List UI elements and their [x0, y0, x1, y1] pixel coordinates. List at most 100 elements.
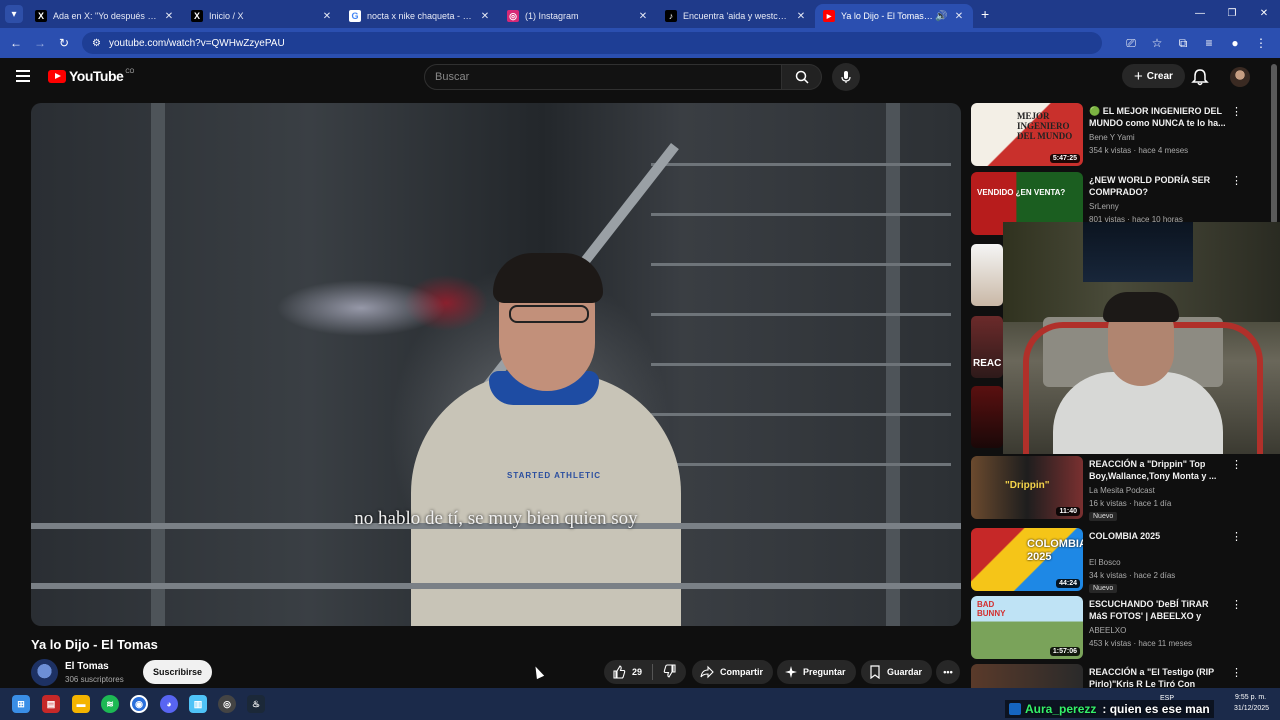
like-button[interactable]: 29 — [612, 665, 642, 679]
browser-tab[interactable]: X Ada en X: "Yo después de que ✕ — [27, 4, 183, 28]
browser-tab-active[interactable]: ▶ Ya lo Dijo - El Tomas - YouT 🔊 ✕ — [815, 4, 973, 28]
close-window-icon[interactable]: ✕ — [1248, 0, 1280, 28]
recommendation-title[interactable]: 🟢 EL MEJOR INGENIERO DEL MUNDO como NUNC… — [1089, 105, 1229, 129]
browser-tab[interactable]: ◎ (1) Instagram ✕ — [499, 4, 657, 28]
news-app-icon[interactable]: ▤ — [42, 695, 60, 713]
recommendation-channel[interactable]: ABEELXO — [1089, 626, 1126, 635]
chrome-icon[interactable]: ◉ — [130, 695, 148, 713]
stream-chat-message: Aura_perezz : quien es ese man — [1005, 700, 1214, 718]
video-thumbnail-partial[interactable] — [971, 244, 1003, 306]
youtube-logo[interactable]: YouTube CO — [48, 68, 134, 84]
tab-title: Ya lo Dijo - El Tomas - YouT — [841, 11, 933, 21]
back-icon[interactable]: ← — [4, 36, 28, 50]
recommendation-title[interactable]: REACCIÓN a "Drippin" Top Boy,Wallance,To… — [1089, 458, 1229, 482]
recommendation-channel[interactable]: La Mesita Podcast — [1089, 486, 1155, 495]
bookmark-star-icon[interactable]: ☆ — [1144, 36, 1170, 50]
google-icon: G — [349, 10, 361, 22]
recommendation-item[interactable]: MEJOR INGENIERO DEL MUNDO 5:47:25 🟢 EL M… — [971, 103, 1271, 171]
page-scrollbar[interactable] — [1271, 64, 1277, 224]
railing — [31, 583, 961, 589]
discord-icon[interactable]: ◕ — [160, 695, 178, 713]
more-vertical-icon[interactable]: ⋮ — [1231, 598, 1242, 611]
channel-name[interactable]: El Tomas — [65, 661, 109, 672]
recommendation-item[interactable]: COLOMBIA 2025 44:24 COLOMBIA 2025 El Bos… — [971, 528, 1271, 596]
close-tab-icon[interactable]: ✕ — [479, 11, 491, 22]
ask-button[interactable]: Preguntar — [777, 660, 856, 684]
speaker-icon[interactable]: 🔊 — [935, 11, 947, 22]
close-tab-icon[interactable]: ✕ — [321, 11, 333, 22]
recommendation-item[interactable]: REACCIÓN a "El Testigo (RIP Pirlo)"Kris … — [971, 664, 1271, 688]
save-button[interactable]: Guardar — [861, 660, 933, 684]
mouse-cursor — [531, 664, 545, 680]
clock-date[interactable]: 31/12/2025 — [1234, 705, 1269, 712]
more-actions-button[interactable]: ••• — [936, 660, 960, 684]
close-tab-icon[interactable]: ✕ — [637, 11, 649, 22]
subscribe-button[interactable]: Suscribirse — [143, 660, 213, 684]
minimize-icon[interactable]: — — [1184, 0, 1216, 28]
more-vertical-icon[interactable]: ⋮ — [1231, 458, 1242, 471]
more-vertical-icon[interactable]: ⋮ — [1231, 174, 1242, 187]
site-info-icon[interactable]: ⚙ — [92, 38, 101, 49]
new-badge: Nuevo — [1089, 512, 1118, 521]
extensions-icon[interactable]: ⧉ — [1170, 36, 1196, 51]
thumbnail-text: BAD BUNNY — [977, 600, 1006, 618]
voice-search-button[interactable] — [832, 63, 860, 91]
video-thumbnail[interactable]: "Drippin" 11:40 — [971, 456, 1083, 519]
browser-tab[interactable]: ♪ Encuentra 'aida y westcol' en Ti ✕ — [657, 4, 815, 28]
browser-tab[interactable]: X Inicio / X ✕ — [183, 4, 341, 28]
webcam-overlay — [1003, 222, 1280, 454]
hamburger-menu-icon[interactable] — [16, 70, 30, 82]
windows-start-icon[interactable]: ⊞ — [12, 695, 30, 713]
save-label: Guardar — [887, 667, 923, 677]
maximize-icon[interactable]: ❐ — [1216, 0, 1248, 28]
recommendation-title[interactable]: COLOMBIA 2025 — [1089, 530, 1229, 542]
recommendation-channel[interactable]: Bene Y Yami — [1089, 133, 1135, 142]
recommendation-channel[interactable]: El Bosco — [1089, 558, 1121, 567]
video-thumbnail[interactable]: COLOMBIA 2025 44:24 — [971, 528, 1083, 591]
recommendation-item[interactable]: "Drippin" 11:40 REACCIÓN a "Drippin" Top… — [971, 456, 1271, 524]
search-button[interactable] — [782, 64, 822, 90]
video-thumbnail-partial[interactable] — [971, 386, 1003, 448]
account-avatar[interactable] — [1230, 67, 1250, 87]
video-player[interactable]: STARTED ATHLETIC no hablo de tí, se muy … — [31, 103, 961, 626]
media-control-icon[interactable]: ≡ — [1196, 36, 1222, 50]
recommendation-channel[interactable]: SrLenny — [1089, 202, 1119, 211]
dislike-button[interactable] — [663, 664, 683, 680]
new-tab-button[interactable]: + — [981, 6, 989, 22]
obs-icon[interactable]: ◎ — [218, 695, 236, 713]
profile-icon[interactable]: ● — [1222, 36, 1248, 50]
video-thumbnail[interactable]: BAD BUNNY 1:57:06 — [971, 596, 1083, 659]
recommendation-title[interactable]: REACCIÓN a "El Testigo (RIP Pirlo)"Kris … — [1089, 666, 1229, 688]
file-explorer-icon[interactable]: ▬ — [72, 695, 90, 713]
cast-icon[interactable]: ⎚ — [1118, 36, 1144, 51]
channel-avatar[interactable] — [31, 659, 58, 686]
video-thumbnail[interactable] — [971, 664, 1083, 688]
share-button[interactable]: Compartir — [692, 660, 774, 684]
reload-icon[interactable]: ↻ — [52, 36, 76, 50]
steam-icon[interactable]: ♨ — [247, 695, 265, 713]
more-vertical-icon[interactable]: ⋮ — [1231, 105, 1242, 118]
recommendation-item[interactable]: BAD BUNNY 1:57:06 ESCUCHANDO 'DeBÍ TiRAR… — [971, 596, 1271, 664]
search-input[interactable]: Buscar — [424, 64, 782, 90]
clock-time[interactable]: 9:55 p. m. — [1235, 694, 1266, 701]
menu-icon[interactable]: ⋮ — [1248, 36, 1274, 50]
video-thumbnail[interactable]: MEJOR INGENIERO DEL MUNDO 5:47:25 — [971, 103, 1083, 166]
close-tab-icon[interactable]: ✕ — [163, 11, 175, 22]
more-vertical-icon[interactable]: ⋮ — [1231, 666, 1242, 679]
video-thumbnail-partial[interactable]: REAC — [971, 316, 1003, 378]
create-button[interactable]: + Crear — [1122, 64, 1185, 88]
spotify-icon[interactable]: ≋ — [101, 695, 119, 713]
recommendation-title[interactable]: ¿NEW WORLD PODRÍA SER COMPRADO? — [1089, 174, 1229, 198]
close-tab-icon[interactable]: ✕ — [953, 11, 965, 22]
recommendation-title[interactable]: ESCUCHANDO 'DeBÍ TiRAR MáS FOTOS' | ABEE… — [1089, 598, 1229, 622]
bookmark-icon — [870, 665, 880, 679]
video-duration: 44:24 — [1056, 579, 1080, 588]
tab-search-button[interactable]: ▾ — [5, 5, 23, 23]
forward-icon[interactable]: → — [28, 36, 52, 50]
url-field[interactable]: ⚙ youtube.com/watch?v=QWHwZzyePAU — [82, 32, 1102, 54]
notifications-bell-icon[interactable] — [1190, 67, 1210, 87]
browser-tab[interactable]: G nocta x nike chaqueta - Buscar ✕ — [341, 4, 499, 28]
notepad-icon[interactable]: ▥ — [189, 695, 207, 713]
more-vertical-icon[interactable]: ⋮ — [1231, 530, 1242, 543]
close-tab-icon[interactable]: ✕ — [795, 11, 807, 22]
